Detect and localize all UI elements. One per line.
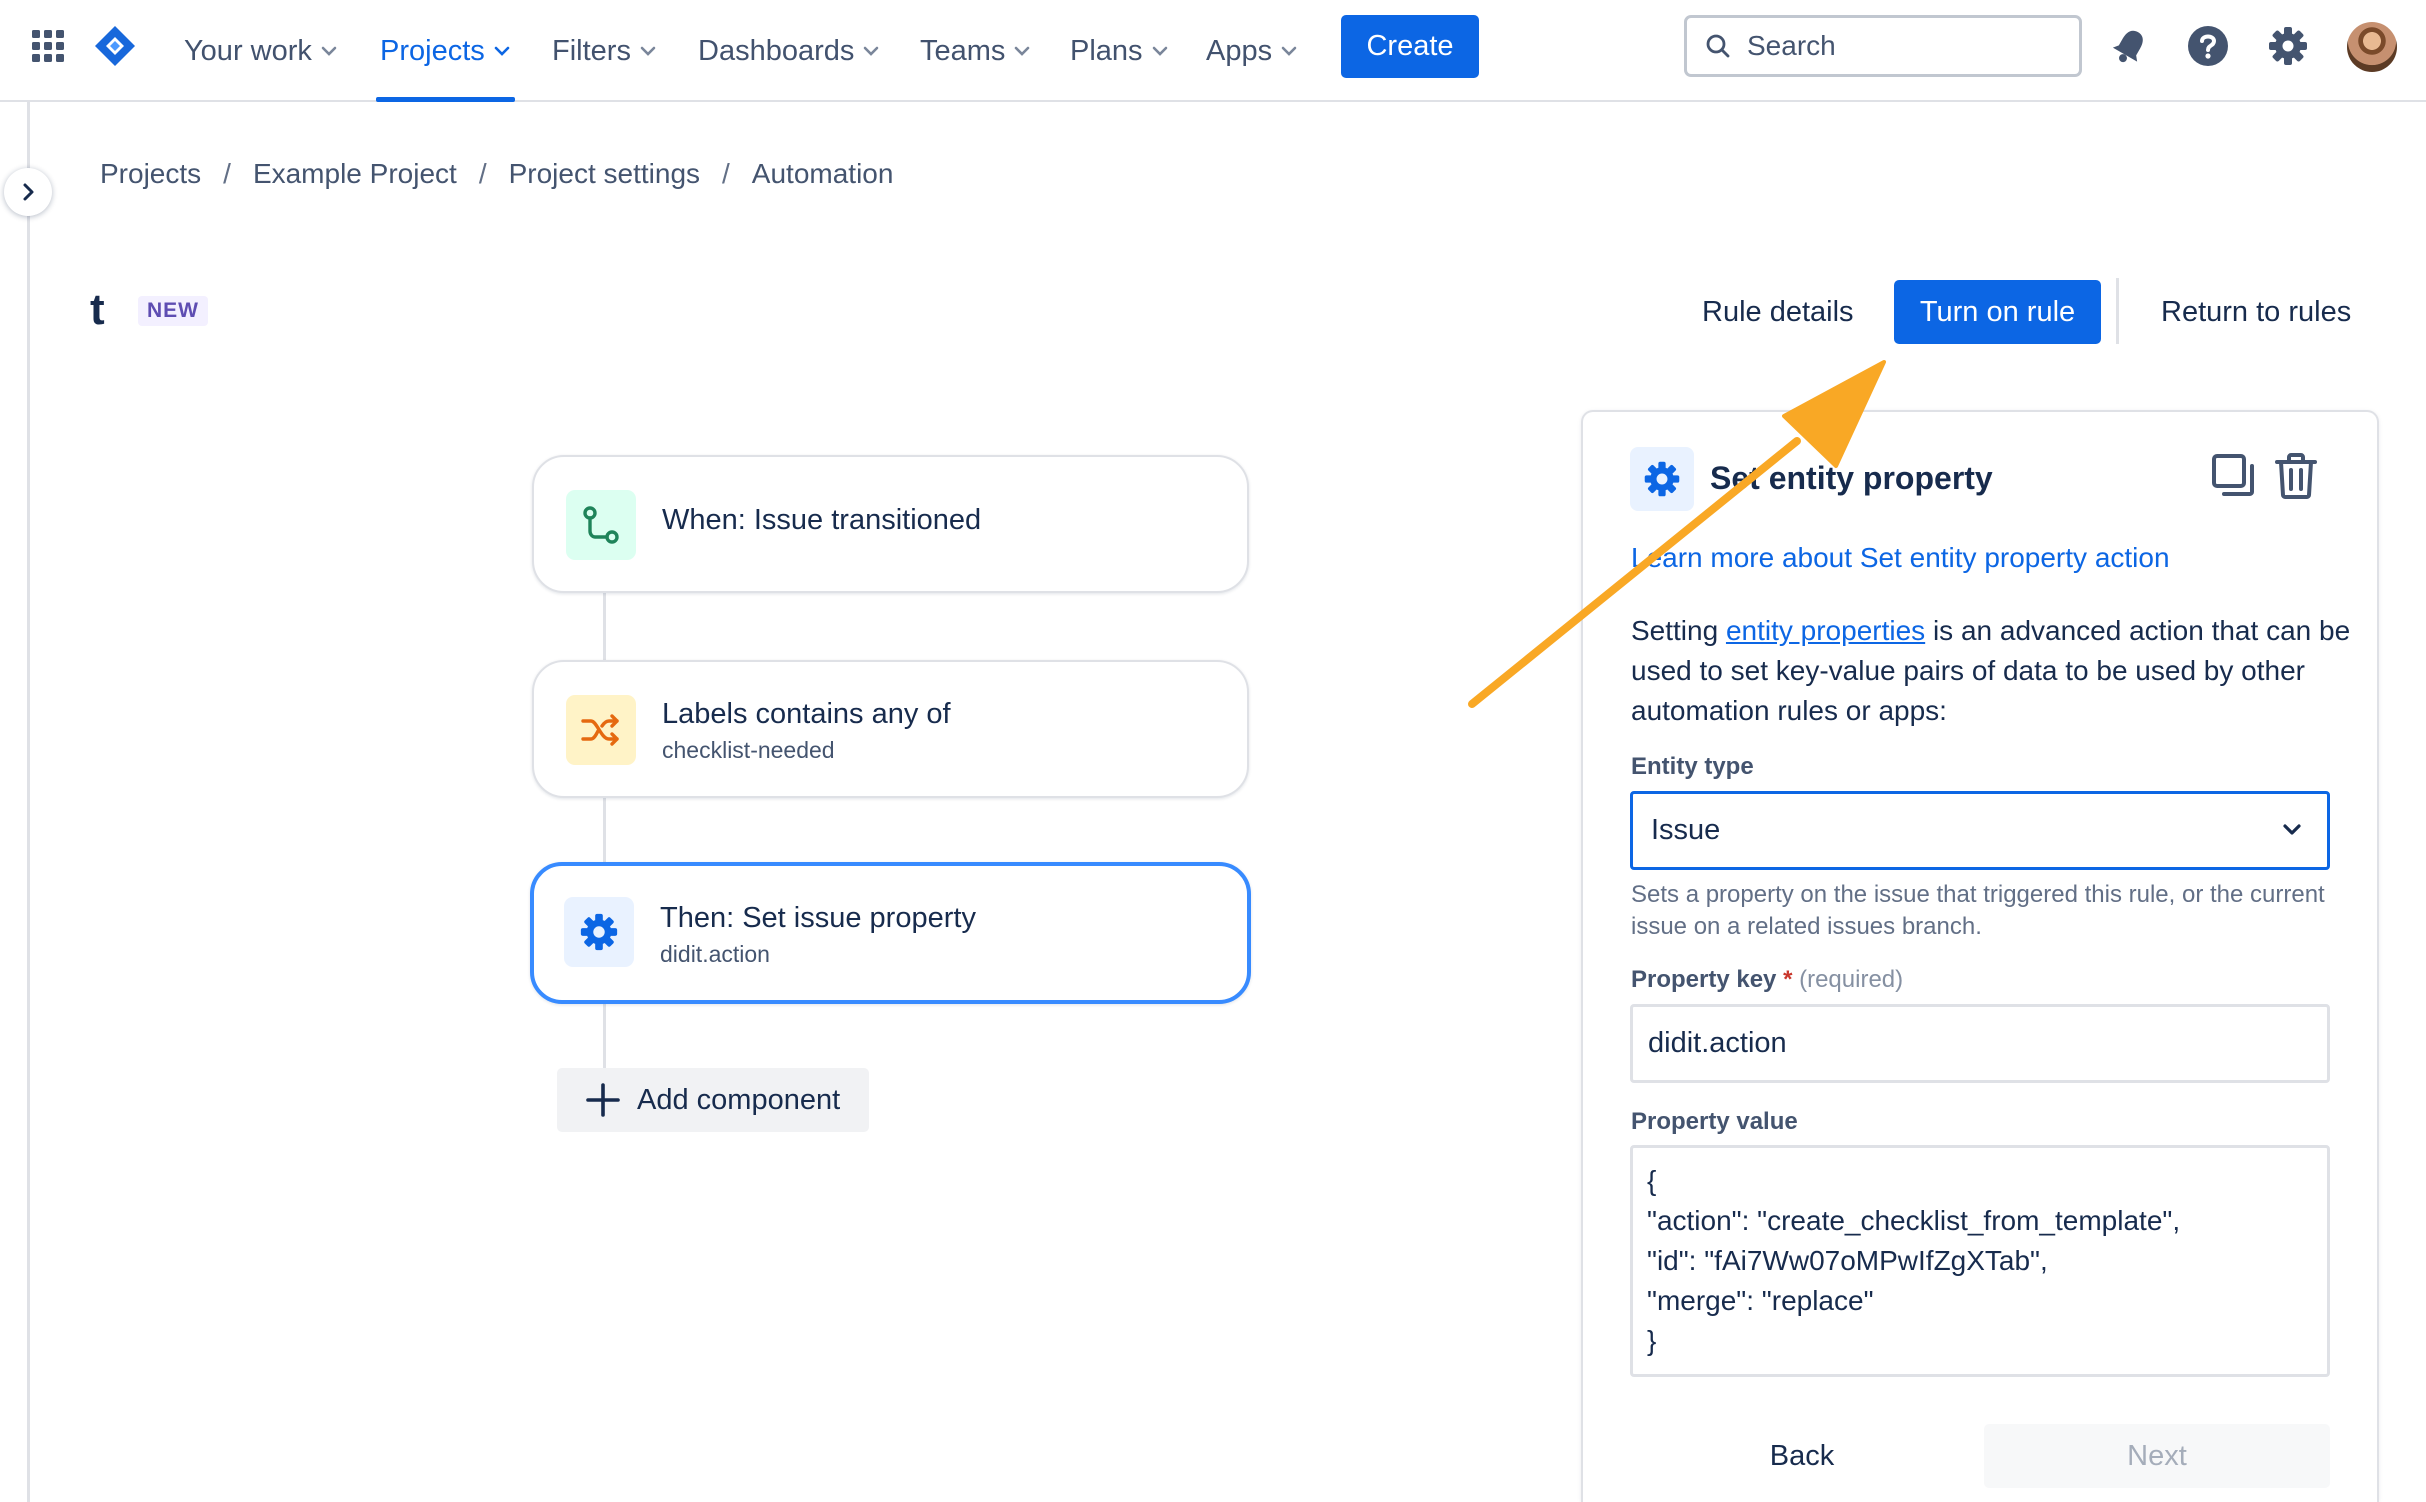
nav-projects[interactable]: Projects bbox=[376, 0, 515, 102]
chevron-down-icon bbox=[2283, 824, 2301, 835]
help-icon[interactable] bbox=[2186, 24, 2230, 68]
flow-connector bbox=[603, 592, 606, 662]
nav-your-work[interactable]: Your work bbox=[184, 0, 338, 102]
nav-dashboards[interactable]: Dashboards bbox=[698, 0, 880, 102]
entity-properties-link[interactable]: entity properties bbox=[1726, 615, 1925, 646]
top-navigation: Your work Projects Filters Dashboards Te… bbox=[0, 0, 2426, 102]
gear-icon bbox=[564, 897, 634, 967]
flow-card-title: Then: Set issue property bbox=[660, 902, 976, 934]
plus-icon bbox=[586, 1083, 620, 1117]
chevron-down-icon bbox=[1015, 46, 1030, 56]
nav-teams[interactable]: Teams bbox=[920, 0, 1031, 102]
add-component-label: Add component bbox=[637, 1083, 841, 1116]
breadcrumb-project-settings[interactable]: Project settings bbox=[509, 158, 700, 190]
search-input[interactable]: Search bbox=[1684, 15, 2082, 77]
breadcrumb-separator: / bbox=[223, 158, 231, 189]
notifications-icon[interactable] bbox=[2109, 24, 2151, 68]
entity-type-label: Entity type bbox=[1631, 753, 1754, 780]
flow-connector bbox=[603, 797, 606, 863]
property-value-textarea[interactable]: { "action": "create_checklist_from_templ… bbox=[1630, 1145, 2330, 1377]
search-icon bbox=[1706, 34, 1730, 58]
turn-on-rule-button[interactable]: Turn on rule bbox=[1894, 280, 2101, 344]
required-hint: (required) bbox=[1799, 966, 1904, 993]
app-switcher-icon[interactable] bbox=[30, 28, 66, 64]
flow-card-title: Labels contains any of bbox=[662, 698, 951, 730]
transition-icon bbox=[566, 490, 636, 560]
required-mark: * bbox=[1783, 966, 1793, 993]
breadcrumb: Projects / Example Project / Project set… bbox=[100, 158, 893, 190]
expand-sidebar-button[interactable] bbox=[4, 168, 52, 216]
breadcrumb-example-project[interactable]: Example Project bbox=[253, 158, 457, 190]
property-key-label: Property key * (required) bbox=[1631, 966, 1904, 993]
flow-action-card[interactable]: Then: Set issue property didit.action bbox=[530, 862, 1251, 1004]
gear-icon bbox=[1630, 447, 1694, 511]
new-badge: NEW bbox=[138, 296, 208, 326]
flow-connector bbox=[603, 1004, 606, 1068]
sidebar-rail bbox=[0, 102, 30, 1502]
entity-type-value: Issue bbox=[1651, 814, 1721, 846]
create-button[interactable]: Create bbox=[1341, 15, 1479, 78]
chevron-down-icon bbox=[494, 46, 510, 56]
property-value-label: Property value bbox=[1631, 1108, 1798, 1135]
flow-card-title: When: Issue transitioned bbox=[662, 504, 982, 536]
rule-details-button[interactable]: Rule details bbox=[1702, 280, 1854, 344]
breadcrumb-automation[interactable]: Automation bbox=[752, 158, 894, 190]
add-component-button[interactable]: Add component bbox=[557, 1068, 869, 1132]
learn-more-link[interactable]: Learn more about Set entity property act… bbox=[1631, 542, 2170, 574]
flow-card-subtitle: checklist-needed bbox=[662, 737, 835, 763]
flow-card-subtitle: didit.action bbox=[660, 941, 770, 967]
panel-title: Set entity property bbox=[1710, 460, 1993, 496]
next-button[interactable]: Next bbox=[1984, 1424, 2330, 1488]
entity-type-select[interactable]: Issue bbox=[1630, 791, 2330, 870]
duplicate-icon[interactable] bbox=[2210, 452, 2256, 498]
chevron-down-icon bbox=[640, 46, 656, 56]
shuffle-icon bbox=[566, 695, 636, 765]
divider bbox=[2116, 278, 2119, 344]
breadcrumb-separator: / bbox=[722, 158, 730, 189]
chevron-down-icon bbox=[1152, 46, 1167, 56]
flow-condition-card[interactable]: Labels contains any of checklist-needed bbox=[532, 660, 1249, 798]
back-button[interactable]: Back bbox=[1672, 1424, 1932, 1488]
trash-icon[interactable] bbox=[2274, 452, 2318, 500]
rule-title[interactable]: t bbox=[90, 285, 105, 335]
breadcrumb-projects[interactable]: Projects bbox=[100, 158, 201, 190]
nav-apps[interactable]: Apps bbox=[1206, 0, 1298, 102]
avatar[interactable] bbox=[2347, 22, 2397, 72]
chevron-down-icon bbox=[1281, 46, 1297, 56]
settings-icon[interactable] bbox=[2266, 24, 2310, 68]
chevron-right-icon bbox=[23, 183, 34, 201]
property-key-input[interactable]: didit.action bbox=[1630, 1004, 2330, 1083]
chevron-down-icon bbox=[321, 46, 337, 56]
breadcrumb-separator: / bbox=[478, 158, 487, 189]
nav-plans[interactable]: Plans bbox=[1070, 0, 1169, 102]
jira-logo-icon[interactable] bbox=[93, 24, 137, 68]
nav-filters[interactable]: Filters bbox=[552, 0, 657, 102]
panel-description: Setting entity properties is an advanced… bbox=[1631, 615, 2351, 726]
entity-type-helper: Sets a property on the issue that trigge… bbox=[1631, 881, 2325, 940]
flow-trigger-card[interactable]: When: Issue transitioned bbox=[532, 455, 1249, 593]
return-to-rules-button[interactable]: Return to rules bbox=[2161, 280, 2351, 344]
chevron-down-icon bbox=[864, 46, 879, 56]
search-placeholder: Search bbox=[1747, 30, 1836, 61]
